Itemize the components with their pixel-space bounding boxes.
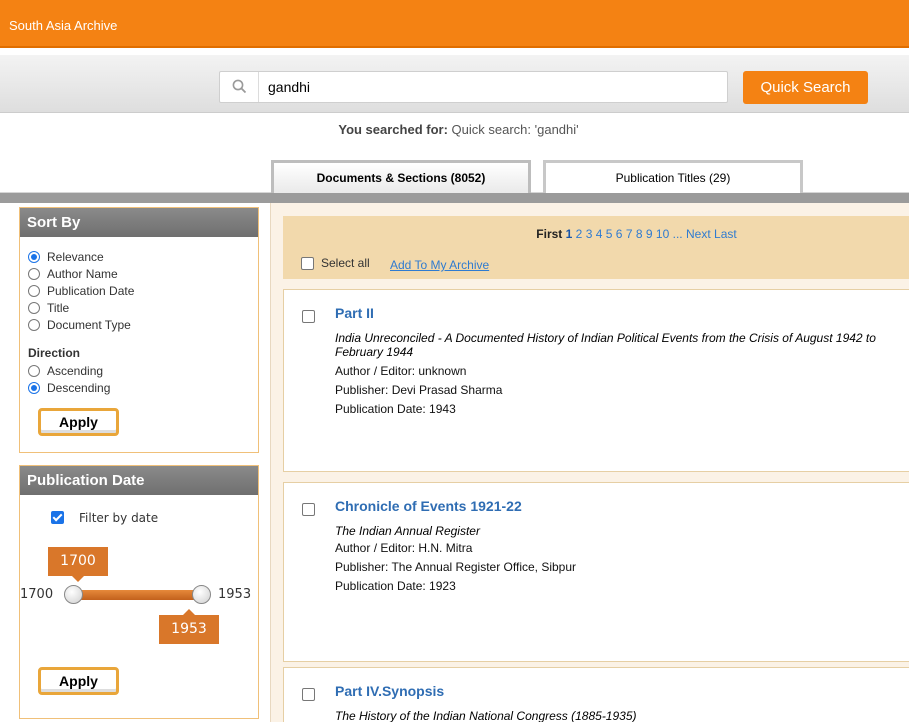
radio-icon[interactable] [28, 364, 40, 377]
search-summary: You searched for: Quick search: 'gandhi' [0, 122, 909, 137]
page-link[interactable]: 9 [646, 227, 653, 241]
result-publication: The History of the Indian National Congr… [335, 709, 637, 722]
page-link[interactable]: 6 [616, 227, 623, 241]
direction-option-label: Descending [47, 380, 111, 395]
search-icon [220, 72, 259, 102]
range-min-label: 1700 [20, 587, 54, 602]
sort-option-document-type[interactable]: Document Type [20, 317, 131, 332]
sort-option-label: Relevance [47, 249, 104, 264]
page-first-link[interactable]: First [536, 227, 562, 241]
search-box[interactable] [219, 71, 728, 103]
add-to-archive-link[interactable]: Add To My Archive [390, 258, 489, 272]
tab-documents-sections[interactable]: Documents & Sections (8052) [271, 160, 531, 194]
direction-option-descending[interactable]: Descending [20, 380, 111, 395]
sort-option-relevance[interactable]: Relevance [20, 249, 104, 264]
direction-option-label: Ascending [47, 363, 104, 378]
page-link[interactable]: 7 [626, 227, 633, 241]
sort-option-label: Publication Date [47, 283, 135, 298]
page-ellipsis: ... [672, 227, 683, 241]
slider-low-handle[interactable] [64, 585, 83, 604]
sort-option-publication-date[interactable]: Publication Date [20, 283, 135, 298]
publication-date-title: Publication Date [20, 466, 258, 495]
radio-selected-icon[interactable] [28, 250, 40, 263]
search-summary-label: You searched for: [338, 122, 448, 137]
page-link[interactable]: 3 [586, 227, 593, 241]
sort-option-label: Document Type [47, 317, 131, 332]
sort-option-author-name[interactable]: Author Name [20, 266, 118, 281]
page-link[interactable]: 10 [656, 227, 669, 241]
result-date: Publication Date: 1923 [335, 579, 456, 593]
sort-option-label: Title [47, 300, 70, 315]
filter-by-date-label: Filter by date [79, 511, 159, 525]
result-title-link[interactable]: Chronicle of Events 1921-22 [335, 498, 522, 514]
radio-icon[interactable] [28, 318, 40, 331]
radio-icon[interactable] [28, 301, 40, 314]
page-link[interactable]: 8 [636, 227, 643, 241]
result-date: Publication Date: 1943 [335, 402, 456, 416]
result-checkbox[interactable] [302, 503, 315, 516]
tab-publication-titles[interactable]: Publication Titles (29) [543, 160, 803, 194]
publication-date-panel: Publication Date Filter by date 1700 170… [19, 465, 259, 719]
quick-search-button[interactable]: Quick Search [743, 71, 868, 104]
page-next-link[interactable]: Next [686, 227, 711, 241]
slider-high-handle[interactable] [192, 585, 211, 604]
date-slider-track[interactable] [72, 590, 200, 600]
sort-apply-button[interactable]: Apply [38, 408, 119, 436]
direction-option-ascending[interactable]: Ascending [20, 363, 104, 378]
result-author: Author / Editor: H.N. Mitra [335, 541, 473, 555]
result-publisher: Publisher: Devi Prasad Sharma [335, 383, 503, 397]
date-apply-button[interactable]: Apply [38, 667, 119, 695]
page-link[interactable]: 2 [576, 227, 583, 241]
sort-panel-title: Sort By [20, 208, 258, 237]
results-area: First 1 2 3 4 5 6 7 8 9 10 ... Next Last… [270, 203, 909, 722]
result-author: Author / Editor: unknown [335, 364, 467, 378]
search-summary-value: Quick search: 'gandhi' [451, 122, 579, 137]
page-link[interactable]: 5 [606, 227, 613, 241]
result-card: Part IV.Synopsis The History of the Indi… [283, 667, 909, 722]
result-checkbox[interactable] [302, 310, 315, 323]
select-all-row[interactable]: Select all [301, 256, 370, 270]
sort-panel: Sort By Relevance Author Name Publicatio… [19, 207, 259, 453]
page-link[interactable]: 4 [596, 227, 603, 241]
result-publication: India Unreconciled - A Documented Histor… [335, 331, 876, 359]
radio-selected-icon[interactable] [28, 381, 40, 394]
filter-by-date-checkbox[interactable] [51, 511, 64, 524]
sort-option-title[interactable]: Title [20, 300, 70, 315]
result-card: Part II India Unreconciled - A Documente… [283, 289, 909, 472]
result-tabs: Documents & Sections (8052) Publication … [0, 160, 909, 194]
result-card: Chronicle of Events 1921-22 The Indian A… [283, 482, 909, 662]
result-publication: The Indian Annual Register [335, 524, 480, 538]
select-all-checkbox[interactable] [301, 256, 314, 270]
divider-bar [0, 193, 909, 203]
sort-option-label: Author Name [47, 266, 118, 281]
top-bar: South Asia Archive [0, 0, 909, 48]
low-value-tooltip: 1700 [48, 547, 108, 582]
brand-title[interactable]: South Asia Archive [9, 18, 117, 33]
radio-icon[interactable] [28, 267, 40, 280]
page-current: 1 [565, 227, 573, 241]
result-checkbox[interactable] [302, 688, 315, 701]
sidebar: Sort By Relevance Author Name Publicatio… [0, 203, 265, 722]
search-input[interactable] [268, 76, 718, 98]
page-last-link[interactable]: Last [714, 227, 737, 241]
direction-label: Direction [28, 346, 81, 360]
result-title-link[interactable]: Part IV.Synopsis [335, 683, 444, 699]
result-title-link[interactable]: Part II [335, 305, 374, 321]
pager-bar: First 1 2 3 4 5 6 7 8 9 10 ... Next Last… [283, 216, 909, 279]
search-band: Quick Search [0, 55, 909, 113]
radio-icon[interactable] [28, 284, 40, 297]
result-publisher: Publisher: The Annual Register Office, S… [335, 560, 577, 574]
high-value-tooltip: 1953 [159, 609, 219, 644]
range-max-label: 1953 [218, 587, 252, 602]
pagination: First 1 2 3 4 5 6 7 8 9 10 ... Next Last [283, 227, 909, 241]
select-all-label: Select all [321, 256, 370, 270]
